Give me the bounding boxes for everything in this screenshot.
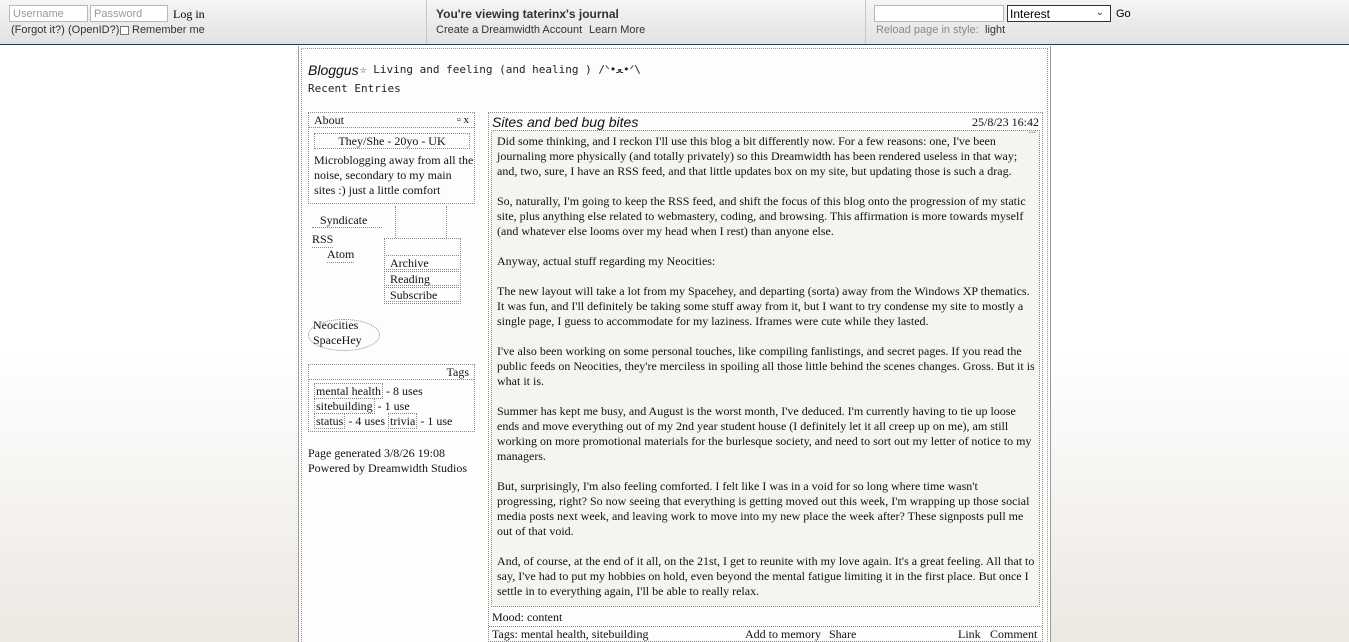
- openid-link[interactable]: (OpenID?): [68, 24, 119, 36]
- tag-count: - 4 uses: [348, 414, 386, 428]
- password-input[interactable]: [90, 5, 168, 22]
- tag-link[interactable]: status: [314, 413, 346, 429]
- pronouns-badge: They/She - 20yo - UK: [314, 133, 470, 149]
- entry-paragraph: Anyway, actual stuff regarding my Neocit…: [497, 254, 716, 268]
- rss-link[interactable]: RSS: [312, 232, 334, 248]
- page-generated-text: Page generated 3/8/26 19:08: [308, 446, 445, 460]
- style-light-link[interactable]: light: [985, 24, 1005, 36]
- entry-footer: Tags: mental health, sitebuilding Add to…: [489, 626, 1042, 642]
- chevron-down-icon: ⌄: [1095, 7, 1104, 18]
- neocities-link[interactable]: Neocities: [313, 318, 358, 333]
- site-nav-strip: Log in (Forgot it?) (OpenID?) Remember m…: [0, 0, 1349, 45]
- nav-divider: [865, 0, 866, 44]
- journal-entry: Sites and bed bug bites 25/8/23 16:42 ..…: [488, 112, 1043, 642]
- tag-count: - 8 uses: [385, 384, 423, 398]
- tag-row: mental health - 8 uses: [314, 383, 423, 399]
- entry-body: ... Did some thinking, and I reckon I'll…: [491, 125, 1040, 607]
- viewing-journal-text: You're viewing taterinx's journal: [436, 7, 619, 21]
- tag-link[interactable]: sitebuilding: [314, 398, 375, 414]
- remember-me-label: Remember me: [132, 24, 205, 36]
- go-button[interactable]: Go: [1116, 8, 1131, 20]
- about-heading-label: About: [314, 113, 344, 127]
- entry-mood: Mood: content: [492, 610, 563, 624]
- powered-by-text: Powered by Dreamwidth Studios: [308, 461, 467, 475]
- login-button[interactable]: Log in: [173, 7, 205, 22]
- subscribe-link[interactable]: Subscribe: [384, 287, 461, 302]
- tag-row: sitebuilding - 1 use: [314, 398, 410, 414]
- forgot-password-link[interactable]: (Forgot it?): [11, 24, 65, 36]
- entry-tags[interactable]: Tags: mental health, sitebuilding: [492, 627, 648, 642]
- search-input[interactable]: [874, 5, 1004, 22]
- entry-paragraph: But, surprisingly, I'm also feeling comf…: [497, 479, 1030, 538]
- entry-paragraph: I've also been working on some personal …: [497, 344, 1035, 388]
- about-heading: About ▫ x: [309, 113, 474, 128]
- archive-link[interactable]: Archive: [384, 255, 461, 270]
- tag-link[interactable]: trivia: [388, 413, 418, 429]
- journal-page: Bloggus ☆ Living and feeling (and healin…: [298, 46, 1051, 642]
- tag-count: - 1 use: [420, 414, 453, 428]
- comment-link[interactable]: Comment: [990, 627, 1037, 642]
- search-type-value: Interest: [1010, 7, 1051, 21]
- entry-paragraph: And, of course, at the end of it all, on…: [497, 554, 1035, 598]
- entry-paragraph: Summer has kept me busy, and August is t…: [497, 404, 1032, 463]
- learn-more-link[interactable]: Learn More: [589, 24, 645, 36]
- recent-entries-heading: Recent Entries: [308, 82, 401, 95]
- syndicate-frame: [395, 206, 447, 238]
- blog-title[interactable]: Bloggus: [308, 62, 359, 78]
- about-module: About ▫ x They/She - 20yo - UK Microblog…: [308, 112, 475, 204]
- share-link[interactable]: Share: [829, 627, 856, 642]
- window-controls-icon[interactable]: ▫ x: [457, 113, 469, 127]
- blog-subtitle: ☆ Living and feeling (and healing ) /ᐠ•ﻌ…: [360, 63, 641, 76]
- about-text: Microblogging away from all the noise, s…: [314, 153, 474, 197]
- syndicate-heading: Syndicate: [312, 212, 382, 228]
- add-to-memory-link[interactable]: Add to memory: [745, 627, 821, 642]
- entry-paragraph: So, naturally, I'm going to keep the RSS…: [497, 194, 1026, 238]
- tags-heading: Tags: [309, 365, 474, 380]
- spacehey-link[interactable]: SpaceHey: [313, 333, 362, 348]
- tag-link[interactable]: mental health: [314, 383, 383, 399]
- entry-paragraph: The new layout will take a lot from my S…: [497, 284, 1030, 328]
- username-input[interactable]: [9, 5, 88, 22]
- reload-style-label: Reload page in style:: [876, 24, 979, 36]
- entry-paragraph: Did some thinking, and I reckon I'll use…: [497, 134, 1018, 178]
- reading-link[interactable]: Reading: [384, 271, 461, 286]
- tag-row: status - 4 uses trivia - 1 use: [314, 413, 453, 429]
- tags-module: Tags mental health - 8 uses sitebuilding…: [308, 364, 475, 432]
- create-account-link[interactable]: Create a Dreamwidth Account: [436, 24, 582, 36]
- entry-text: Did some thinking, and I reckon I'll use…: [497, 134, 1037, 614]
- search-type-select[interactable]: Interest ⌄: [1007, 5, 1111, 22]
- atom-link[interactable]: Atom: [327, 247, 355, 263]
- tag-count: - 1 use: [377, 399, 410, 413]
- nav-divider: [426, 0, 427, 44]
- permalink-link[interactable]: Link: [958, 627, 981, 642]
- entry-title[interactable]: Sites and bed bug bites: [492, 114, 638, 130]
- remember-me-checkbox[interactable]: [120, 26, 129, 35]
